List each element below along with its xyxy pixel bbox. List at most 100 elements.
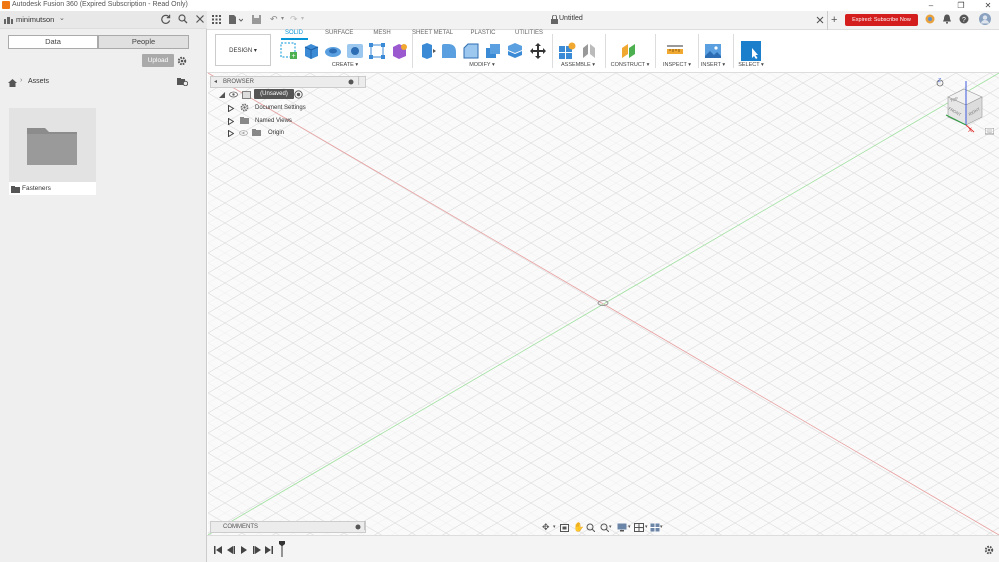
move-icon[interactable] [529,42,547,60]
viewports-dropdown-icon[interactable]: ▾ [660,524,663,530]
pin-icon[interactable] [348,79,354,89]
zoom-dropdown-icon[interactable]: ▾ [609,524,612,530]
shell-icon[interactable] [484,42,502,60]
step-forward-icon[interactable] [253,545,261,557]
offset-plane-icon[interactable] [620,42,638,60]
browser-root-label[interactable]: (Unsaved) [254,89,294,99]
zoom-icon[interactable] [586,523,596,535]
select-icon[interactable] [741,41,761,61]
extensions-icon[interactable] [925,14,935,27]
app-grid-icon[interactable] [212,15,221,27]
timeline-settings-gear-icon[interactable] [984,545,994,558]
look-at-icon[interactable] [560,523,569,535]
play-icon[interactable] [240,545,248,557]
chevron-down-icon[interactable]: ⌄ [59,14,65,22]
canvas-viewport[interactable] [208,73,999,535]
document-title[interactable]: Untitled [559,15,583,22]
combine-icon[interactable] [506,42,524,60]
step-back-icon[interactable] [227,545,235,557]
folder-label[interactable]: Fasteners [9,182,96,195]
hidden-eye-icon[interactable] [239,129,248,142]
gear-icon[interactable] [177,56,187,69]
viewcube-menu-icon[interactable] [984,126,995,138]
collapse-icon[interactable]: ◂ [214,77,217,87]
modify-group-label[interactable]: MODIFY ▾ [462,62,502,68]
close-button[interactable]: ✕ [977,0,999,11]
orbit-icon[interactable]: ✥ [542,522,550,533]
construct-group-label[interactable]: CONSTRUCT ▾ [608,62,652,68]
new-folder-icon[interactable] [177,77,189,89]
workspace-switcher[interactable]: DESIGN ▾ [215,34,271,66]
restore-button[interactable]: ❐ [950,0,972,11]
grid-snaps-icon[interactable] [634,523,644,535]
visibility-eye-icon[interactable] [229,90,238,104]
zoom-window-icon[interactable] [600,523,610,535]
expand-arrow-icon[interactable] [228,104,235,117]
save-icon[interactable] [252,15,261,27]
inspect-group-label[interactable]: INSPECT ▾ [659,62,695,68]
avatar[interactable] [979,13,991,28]
grid-canvas[interactable] [208,73,999,535]
redo-icon[interactable]: ↷ [290,14,298,25]
display-dropdown-icon[interactable]: ▾ [628,524,631,530]
browser-panel-header[interactable]: ◂ BROWSER │ [210,76,366,88]
subscribe-button[interactable]: Expired: Subscribe Now [845,14,918,26]
file-menu-icon[interactable] [229,15,244,27]
timeline-marker-icon[interactable] [279,541,285,560]
tab-plastic[interactable]: PLASTIC [469,30,497,36]
tab-people[interactable]: People [98,35,189,49]
chamfer-icon[interactable] [462,42,480,60]
fillet-icon[interactable] [440,42,458,60]
press-pull-icon[interactable] [418,42,436,60]
pan-hand-icon[interactable]: ✋ [573,522,584,533]
go-to-start-icon[interactable] [214,545,222,557]
insert-group-label[interactable]: INSERT ▾ [697,62,729,68]
undo-icon[interactable]: ↶ [270,14,278,25]
comments-panel-header[interactable]: COMMENTS │ [210,521,367,534]
close-panel-icon[interactable] [195,14,205,27]
refresh-icon[interactable] [161,14,171,27]
undo-dropdown-icon[interactable]: ▾ [281,15,284,22]
help-icon[interactable]: ? [959,14,969,27]
collapse-arrow-icon[interactable] [219,92,225,103]
breadcrumb[interactable]: Assets [28,78,49,85]
upload-button[interactable]: Upload [142,54,174,67]
tab-solid[interactable]: SOLID [283,30,305,36]
viewports-icon[interactable] [650,523,660,535]
grid-dropdown-icon[interactable]: ▾ [645,524,648,530]
pattern-icon[interactable] [368,42,386,60]
tab-data[interactable]: Data [8,35,98,49]
new-tab-icon[interactable]: + [831,14,837,26]
create-form-icon[interactable] [390,42,408,60]
search-icon[interactable] [178,14,188,27]
display-settings-icon[interactable] [617,523,627,535]
close-tab-icon[interactable] [816,15,824,27]
home-icon[interactable] [8,78,17,90]
measure-icon[interactable] [666,42,684,60]
joint-icon[interactable] [580,42,598,60]
tab-mesh[interactable]: MESH [372,30,392,36]
expand-arrow-icon[interactable] [228,129,235,142]
redo-dropdown-icon[interactable]: ▾ [301,15,304,22]
insert-image-icon[interactable] [704,42,722,60]
notifications-icon[interactable] [942,14,952,27]
panel-grip-icon[interactable]: │ [363,522,367,532]
new-component-icon[interactable] [558,42,576,60]
create-group-label[interactable]: CREATE ▾ [325,62,365,68]
minimize-button[interactable]: – [920,0,942,11]
tab-surface[interactable]: SURFACE [325,30,353,36]
select-group-label[interactable]: SELECT ▾ [735,62,767,68]
extrude-icon[interactable] [302,42,320,60]
revolve-icon[interactable] [324,42,342,60]
add-comment-icon[interactable] [355,524,361,534]
assemble-group-label[interactable]: ASSEMBLE ▾ [555,62,601,68]
activate-icon[interactable] [294,90,303,104]
hole-icon[interactable] [346,42,364,60]
expand-arrow-icon[interactable] [228,117,235,130]
team-name[interactable]: minimutson [16,15,54,24]
create-sketch-icon[interactable]: + [280,42,298,60]
orbit-dropdown-icon[interactable]: ▾ [553,524,556,530]
tab-sheet-metal[interactable]: SHEET METAL [412,30,453,36]
tab-utilities[interactable]: UTILITIES [515,30,543,36]
go-to-end-icon[interactable] [265,545,273,557]
